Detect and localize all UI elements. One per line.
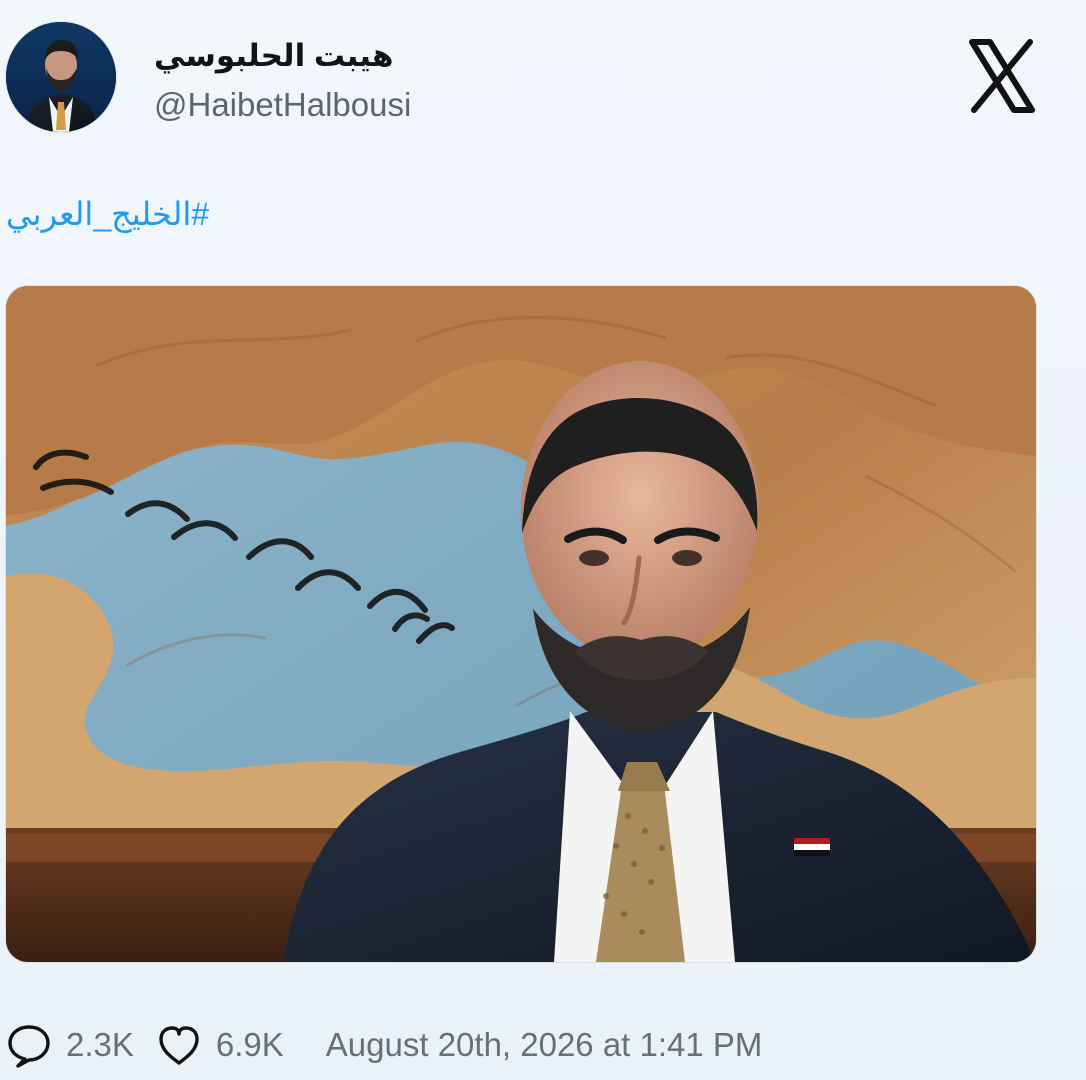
tweet-card: هيبت الحلبوسي @HaibetHalbousi #الخليج_ال… (0, 0, 1086, 1080)
author-handle[interactable]: @HaibetHalbousi (154, 86, 411, 124)
reply-stat[interactable]: 2.3K (4, 1020, 134, 1070)
tweet-media-image[interactable] (6, 286, 1036, 962)
tweet-hashtag-link[interactable]: #الخليج_العربي (6, 195, 209, 233)
speech-bubble-icon[interactable] (4, 1020, 54, 1070)
x-logo-icon[interactable] (966, 36, 1038, 116)
heart-icon[interactable] (154, 1020, 204, 1070)
author-name[interactable]: هيبت الحلبوسي (154, 38, 393, 74)
like-count: 6.9K (215, 1026, 284, 1063)
like-stat[interactable]: 6.9K (154, 1020, 284, 1070)
tweet-footer: 2.3K 6.9K August 20th, 2026 at 1:41 PM (0, 1010, 1086, 1080)
reply-count: 2.3K (66, 1026, 134, 1063)
tweet-timestamp[interactable]: August 20th, 2026 at 1:41 PM (326, 1026, 763, 1064)
author-avatar[interactable] (6, 22, 116, 132)
tweet-header: هيبت الحلبوسي @HaibetHalbousi (0, 0, 1086, 160)
